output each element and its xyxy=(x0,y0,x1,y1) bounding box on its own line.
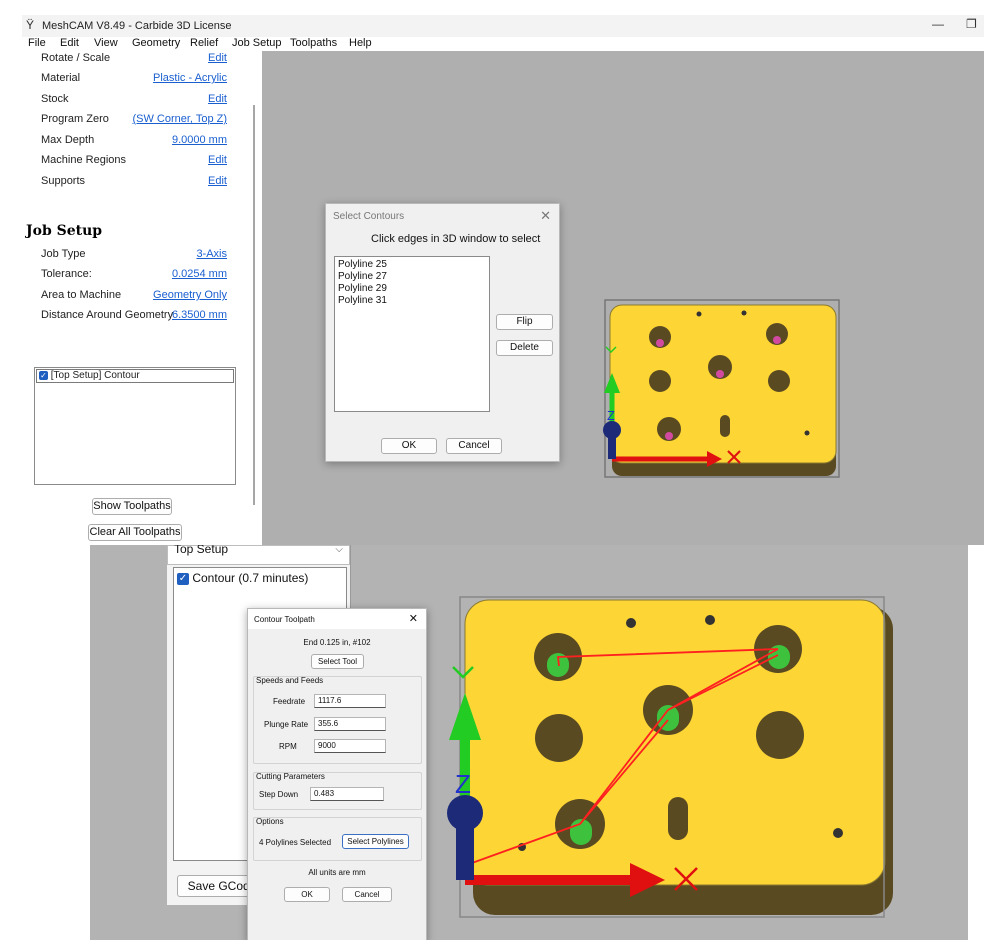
program-zero-link[interactable]: (SW Corner, Top Z) xyxy=(132,113,227,125)
select-contours-dialog: Select Contours ✕ Click edges in 3D wind… xyxy=(325,203,560,462)
menu-view[interactable]: View xyxy=(94,37,118,49)
max-depth-link[interactable]: 9.0000 mm xyxy=(172,134,227,146)
toolpath-item-label: [Top Setup] Contour xyxy=(50,370,140,381)
dialog-instruction: Click edges in 3D window to select xyxy=(371,233,541,245)
job-type-link[interactable]: 3-Axis xyxy=(196,248,227,260)
tool-description: End 0.125 in, #102 xyxy=(303,638,371,647)
svg-text:Z: Z xyxy=(607,408,615,423)
dialog-title: Contour Toolpath xyxy=(254,615,315,624)
close-icon[interactable]: ✕ xyxy=(409,612,418,625)
dialog-title: Select Contours xyxy=(333,211,405,222)
rpm-label: RPM xyxy=(279,742,297,751)
tolerance-link[interactable]: 0.0254 mm xyxy=(172,268,227,280)
stock-label: Stock xyxy=(41,93,69,105)
panel-scrollbar[interactable] xyxy=(253,105,255,505)
select-tool-button[interactable]: Select Tool xyxy=(311,654,364,669)
menu-help[interactable]: Help xyxy=(349,37,372,49)
dialog-title-bar: Contour Toolpath ✕ xyxy=(248,609,426,629)
toolpath-list[interactable]: ✓ [Top Setup] Contour xyxy=(34,367,236,485)
menu-geometry[interactable]: Geometry xyxy=(132,37,180,49)
close-icon[interactable]: ✕ xyxy=(540,208,551,224)
material-link[interactable]: Plastic - Acrylic xyxy=(153,72,227,84)
rotate-scale-label: Rotate / Scale xyxy=(41,52,111,64)
list-item[interactable]: ✓ Contour (0.7 minutes) xyxy=(177,571,346,585)
supports-link[interactable]: Edit xyxy=(208,175,227,187)
delete-button[interactable]: Delete xyxy=(496,340,553,356)
tolerance-label: Tolerance: xyxy=(41,268,92,280)
machine-regions-label: Machine Regions xyxy=(41,154,126,166)
rotate-scale-link[interactable]: Edit xyxy=(208,52,227,64)
polylines-selected-label: 4 Polylines Selected xyxy=(259,838,332,847)
svg-text:Z: Z xyxy=(455,769,471,799)
part-model xyxy=(604,299,840,478)
plunge-rate-input[interactable]: 355.6 xyxy=(314,717,386,731)
list-item[interactable]: Polyline 29 xyxy=(338,283,486,295)
menu-file[interactable]: File xyxy=(28,37,46,49)
menu-relief[interactable]: Relief xyxy=(190,37,218,49)
restore-icon[interactable]: ❐ xyxy=(966,17,977,31)
units-note: All units are mm xyxy=(308,868,366,877)
menu-job-setup[interactable]: Job Setup xyxy=(232,37,282,49)
list-item[interactable]: ✓ [Top Setup] Contour xyxy=(36,369,234,383)
options-heading: Options xyxy=(256,817,284,826)
chevron-down-icon[interactable]: ⌵ xyxy=(335,545,343,555)
menu-toolpaths[interactable]: Toolpaths xyxy=(290,37,337,49)
list-item[interactable]: Polyline 25 xyxy=(338,259,486,271)
max-depth-label: Max Depth xyxy=(41,134,95,146)
job-setup-heading: Job Setup xyxy=(26,223,103,239)
select-polylines-button[interactable]: Select Polylines xyxy=(342,834,409,849)
clear-all-toolpaths-button[interactable]: Clear All Toolpaths xyxy=(88,524,182,541)
job-type-label: Job Type xyxy=(41,248,86,260)
feedrate-label: Feedrate xyxy=(273,697,306,706)
ok-button[interactable]: OK xyxy=(284,887,330,902)
contour-toolpath-dialog: Contour Toolpath ✕ End 0.125 in, #102 Se… xyxy=(247,608,427,940)
ok-button[interactable]: OK xyxy=(381,438,437,454)
title-bar: Ÿ MeshCAM V8.49 - Carbide 3D License — ❐ xyxy=(22,15,984,37)
menu-bar: File Edit View Geometry Relief Job Setup… xyxy=(22,37,984,51)
menu-edit[interactable]: Edit xyxy=(60,37,79,49)
app-icon: Ÿ xyxy=(26,18,35,32)
meshcam-window-bottom: Z Top Setup ⌵ ✓ Contour (0.7 minutes) Sa… xyxy=(90,545,968,940)
supports-label: Supports xyxy=(41,175,86,187)
area-to-machine-link[interactable]: Geometry Only xyxy=(153,289,227,301)
distance-around-geometry-label: Distance Around Geometry xyxy=(41,309,174,321)
setup-dropdown-value: Top Setup xyxy=(174,545,229,556)
meshcam-window-top: Ÿ MeshCAM V8.49 - Carbide 3D License — ❐… xyxy=(22,15,984,545)
setup-panel: Rotate / Scale Edit Material Plastic - A… xyxy=(22,51,262,545)
distance-around-geometry-link[interactable]: 6.3500 mm xyxy=(172,309,227,321)
cancel-button[interactable]: Cancel xyxy=(446,438,502,454)
minimize-icon[interactable]: — xyxy=(932,17,944,31)
material-label: Material xyxy=(41,72,81,84)
program-zero-label: Program Zero xyxy=(41,113,109,125)
step-down-input[interactable]: 0.483 xyxy=(310,787,384,801)
step-down-label: Step Down xyxy=(259,790,299,799)
feedrate-input[interactable]: 1117.6 xyxy=(314,694,386,708)
speeds-feeds-heading: Speeds and Feeds xyxy=(256,676,324,685)
contour-list[interactable]: Polyline 25 Polyline 27 Polyline 29 Poly… xyxy=(334,256,490,412)
show-toolpaths-button[interactable]: Show Toolpaths xyxy=(92,498,172,515)
list-item[interactable]: Polyline 27 xyxy=(338,271,486,283)
stock-link[interactable]: Edit xyxy=(208,93,227,105)
plunge-rate-label: Plunge Rate xyxy=(264,720,309,729)
rpm-input[interactable]: 9000 xyxy=(314,739,386,753)
area-to-machine-label: Area to Machine xyxy=(41,289,122,301)
list-item[interactable]: Polyline 31 xyxy=(338,295,486,307)
window-title: MeshCAM V8.49 - Carbide 3D License xyxy=(42,20,232,32)
cancel-button[interactable]: Cancel xyxy=(342,887,392,902)
toolpath-item-label: Contour (0.7 minutes) xyxy=(192,571,309,585)
3d-scene[interactable]: Z xyxy=(425,545,968,940)
checkbox-checked-icon[interactable]: ✓ xyxy=(39,370,48,380)
machine-regions-link[interactable]: Edit xyxy=(208,154,227,166)
cutting-parameters-heading: Cutting Parameters xyxy=(256,772,325,781)
checkbox-checked-icon[interactable]: ✓ xyxy=(177,572,189,585)
flip-button[interactable]: Flip xyxy=(496,314,553,330)
setup-dropdown[interactable]: Top Setup ⌵ xyxy=(167,545,350,565)
